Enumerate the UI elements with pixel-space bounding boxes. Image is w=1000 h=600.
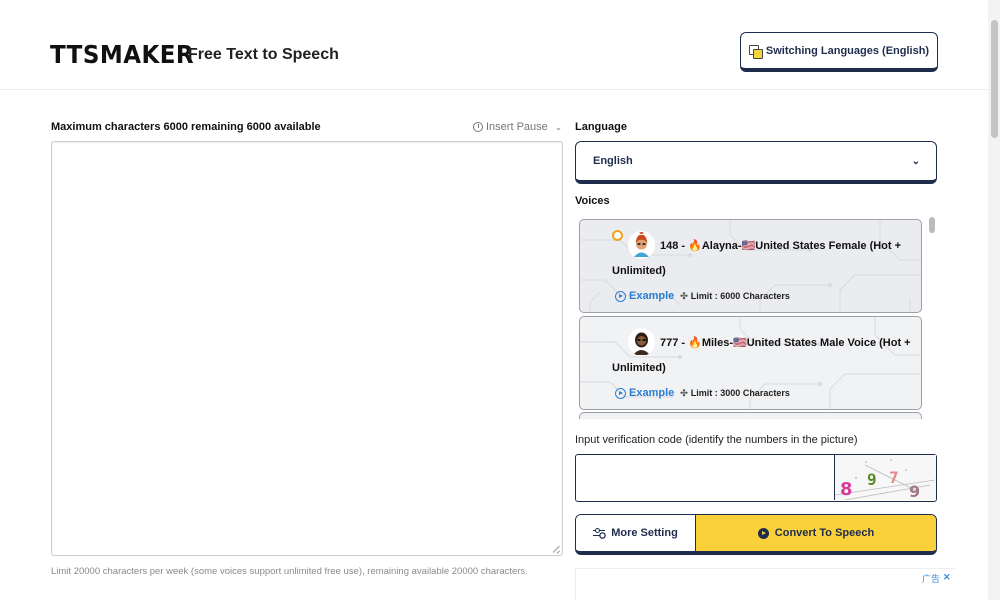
example-play-button[interactable]: Example <box>615 290 674 302</box>
switch-language-button[interactable]: Switching Languages (English) <box>740 32 938 72</box>
example-label: Example <box>629 290 675 302</box>
captcha-graphic: 8 9 7 9 <box>835 459 936 500</box>
site-header: TTSMAKER Free Text to Speech Switching L… <box>0 0 988 90</box>
page: TTSMAKER Free Text to Speech Switching L… <box>0 0 1000 600</box>
voice-title: 777 - 🔥Miles-🇺🇸United States Male Voice … <box>612 337 911 374</box>
example-label: Example <box>629 387 675 399</box>
more-setting-label: More Setting <box>611 527 678 539</box>
language-label: Language <box>575 121 627 133</box>
captcha-digit: 9 <box>867 470 877 489</box>
text-input-area[interactable] <box>51 141 563 556</box>
ad-frame <box>575 568 955 600</box>
insert-pause-label: Insert Pause <box>486 121 548 133</box>
page-scrollbar-thumb[interactable] <box>991 20 998 138</box>
sliders-icon <box>593 528 606 538</box>
voices-scrollbar-thumb[interactable] <box>929 217 935 233</box>
ad-close-icon[interactable]: ✕ <box>943 572 951 585</box>
captcha-image[interactable]: 8 9 7 9 <box>834 455 936 500</box>
voice-title: 148 - 🔥Alayna-🇺🇸United States Female (Ho… <box>612 240 902 277</box>
voice-card-miles[interactable]: 777 - 🔥Miles-🇺🇸United States Male Voice … <box>579 316 922 410</box>
voice-card-partial[interactable] <box>579 412 922 419</box>
max-characters-label: Maximum characters 6000 remaining 6000 a… <box>51 121 321 133</box>
verification-code-input[interactable] <box>576 455 834 500</box>
translate-icon <box>748 44 763 59</box>
play-circle-icon <box>615 387 626 399</box>
more-setting-button[interactable]: More Setting <box>576 515 696 551</box>
chevron-down-icon: ⌄ <box>554 121 563 132</box>
play-icon <box>757 527 769 539</box>
voice-meta: Example ✣ Limit : 6000 Characters <box>615 290 790 302</box>
convert-label: Convert To Speech <box>774 527 875 539</box>
captcha-digit: 7 <box>889 468 899 487</box>
limit-icon: ✣ <box>680 290 688 301</box>
convert-to-speech-button[interactable]: Convert To Speech <box>696 515 936 551</box>
weekly-limit-note: Limit 20000 characters per week (some vo… <box>51 566 528 577</box>
limit-icon: ✣ <box>680 387 688 398</box>
character-limit: ✣ Limit : 6000 Characters <box>680 291 790 302</box>
chevron-down-icon: ⌄ <box>911 155 920 167</box>
voices-label: Voices <box>575 195 610 207</box>
ad-badge: 广告 ✕ <box>922 572 951 585</box>
resize-handle-icon[interactable] <box>552 545 561 554</box>
site-tagline: Free Text to Speech <box>188 46 339 63</box>
example-play-button[interactable]: Example <box>615 387 674 399</box>
captcha-digit: 8 <box>840 479 853 500</box>
limit-label: Limit : 3000 Characters <box>690 388 790 398</box>
character-limit: ✣ Limit : 3000 Characters <box>680 388 790 399</box>
play-circle-icon <box>615 290 626 302</box>
language-select[interactable]: English ⌄ <box>575 141 937 184</box>
verification-label: Input verification code (identify the nu… <box>575 434 858 446</box>
ad-label: 广告 <box>922 574 941 584</box>
switch-language-label: Switching Languages (English) <box>765 44 930 57</box>
voice-card-alayna[interactable]: 148 - 🔥Alayna-🇺🇸United States Female (Ho… <box>579 219 922 313</box>
logo[interactable]: TTSMAKER <box>50 40 194 69</box>
captcha-digit: 9 <box>909 482 920 500</box>
voice-meta: Example ✣ Limit : 3000 Characters <box>615 387 790 399</box>
clock-icon <box>473 122 483 132</box>
language-selected-value: English <box>593 155 633 167</box>
voices-list[interactable]: 148 - 🔥Alayna-🇺🇸United States Female (Ho… <box>575 215 937 419</box>
limit-label: Limit : 6000 Characters <box>690 291 790 301</box>
action-buttons: More Setting Convert To Speech <box>575 514 937 555</box>
insert-pause-dropdown[interactable]: Insert Pause ⌄ <box>473 121 562 133</box>
